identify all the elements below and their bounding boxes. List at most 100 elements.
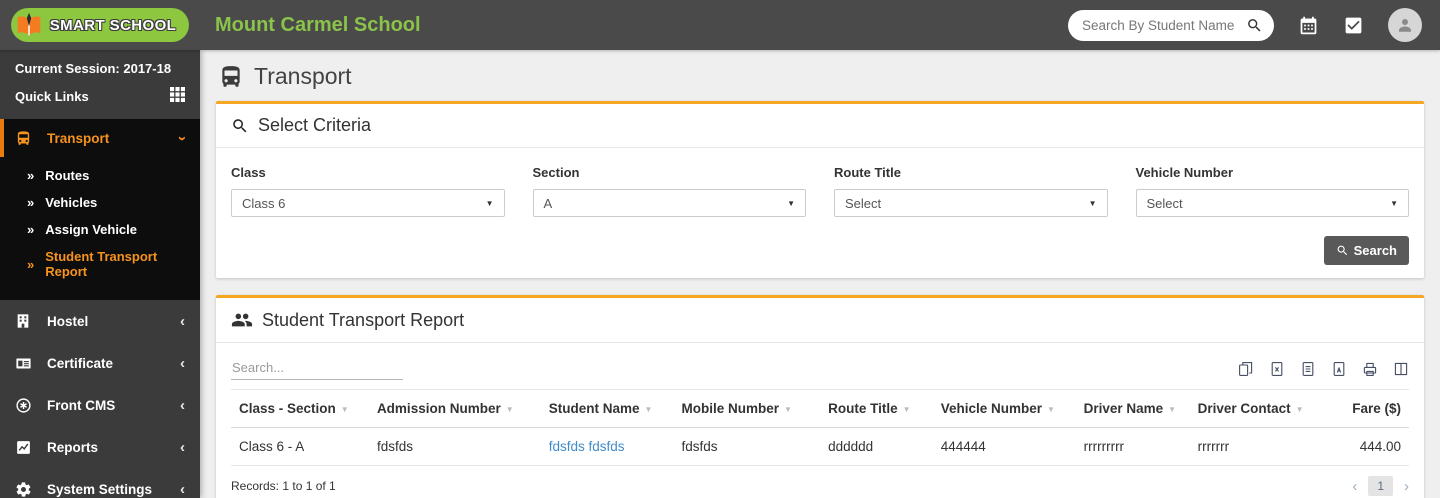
chevron-left-icon: ‹: [180, 481, 185, 498]
col-route-title[interactable]: Route Title▼: [820, 390, 933, 428]
user-avatar[interactable]: [1388, 8, 1422, 42]
column-visibility-icon[interactable]: [1393, 361, 1409, 377]
student-search-input[interactable]: [1082, 18, 1246, 33]
student-search-box: [1068, 10, 1274, 41]
sidebar-item-label: Certificate: [47, 356, 180, 371]
csv-export-icon[interactable]: [1300, 361, 1316, 377]
sidebar-item-system-settings[interactable]: System Settings ‹: [0, 468, 200, 498]
select-value: Select: [1147, 196, 1183, 211]
double-arrow-icon: »: [27, 257, 34, 272]
sidebar-item-hostel[interactable]: Hostel ‹: [0, 300, 200, 342]
sidebar-item-label: Transport: [47, 131, 180, 146]
school-name: Mount Carmel School: [215, 14, 1068, 37]
col-mobile-number[interactable]: Mobile Number▼: [674, 390, 821, 428]
field-label: Route Title: [834, 165, 1108, 180]
print-icon[interactable]: [1362, 361, 1378, 377]
route-title-select[interactable]: Select ▼: [834, 189, 1108, 217]
col-vehicle-number[interactable]: Vehicle Number▼: [933, 390, 1076, 428]
sidebar-subitem-assign-vehicle[interactable]: » Assign Vehicle: [0, 216, 200, 243]
select-value: Select: [845, 196, 881, 211]
field-label: Class: [231, 165, 505, 180]
next-page-button[interactable]: ›: [1404, 478, 1409, 495]
cell-driver-name: rrrrrrrrr: [1076, 428, 1190, 466]
pdf-export-icon[interactable]: [1331, 361, 1347, 377]
col-admission-number[interactable]: Admission Number▼: [369, 390, 541, 428]
col-student-name[interactable]: Student Name▼: [541, 390, 674, 428]
criteria-card-header: Select Criteria: [216, 104, 1424, 148]
records-info: Records: 1 to 1 of 1: [231, 479, 336, 493]
chart-line-icon: [15, 439, 34, 456]
chevron-left-icon: ‹: [180, 397, 185, 414]
id-card-icon: [15, 355, 34, 372]
cell-mobile-number: fdsfds: [674, 428, 821, 466]
sidebar-subitem-vehicles[interactable]: » Vehicles: [0, 189, 200, 216]
sidebar-item-front-cms[interactable]: Front CMS ‹: [0, 384, 200, 426]
sidebar-item-label: Front CMS: [47, 398, 180, 413]
sidebar-menu: Transport › » Routes » Vehicles » Assign…: [0, 119, 200, 498]
task-check-icon[interactable]: [1343, 15, 1364, 36]
col-driver-contact[interactable]: Driver Contact▼: [1190, 390, 1345, 428]
field-label: Section: [533, 165, 807, 180]
student-name-link[interactable]: fdsfds fdsfds: [541, 428, 674, 466]
sort-icon: ▼: [903, 405, 911, 414]
field-section: Section A ▼: [533, 165, 807, 217]
col-fare: Fare ($): [1344, 390, 1409, 428]
prev-page-button[interactable]: ‹: [1352, 478, 1357, 495]
book-pen-icon: [14, 10, 44, 40]
excel-export-icon[interactable]: [1269, 361, 1285, 377]
col-driver-name[interactable]: Driver Name▼: [1076, 390, 1190, 428]
cell-driver-contact: rrrrrrr: [1190, 428, 1345, 466]
chevron-left-icon: ‹: [180, 355, 185, 372]
class-select[interactable]: Class 6 ▼: [231, 189, 505, 217]
cell-class-section: Class 6 - A: [231, 428, 369, 466]
chevron-down-icon: ›: [174, 136, 191, 141]
subitem-label: Assign Vehicle: [45, 222, 137, 237]
select-arrow-icon: ▼: [486, 199, 494, 208]
transport-submenu: » Routes » Vehicles » Assign Vehicle » S…: [0, 157, 200, 300]
app-logo[interactable]: SMART SCHOOL: [11, 8, 189, 42]
search-button-label: Search: [1354, 243, 1397, 258]
report-table: Class - Section▼ Admission Number▼ Stude…: [231, 389, 1409, 466]
select-arrow-icon: ▼: [787, 199, 795, 208]
criteria-footer: Search: [216, 221, 1424, 278]
select-value: A: [544, 196, 553, 211]
sidebar-subitem-routes[interactable]: » Routes: [0, 162, 200, 189]
sidebar-item-reports[interactable]: Reports ‹: [0, 426, 200, 468]
criteria-title: Select Criteria: [258, 115, 371, 136]
search-icon: [1336, 244, 1349, 257]
cell-fare: 444.00: [1344, 428, 1409, 466]
page-title: Transport: [216, 50, 1424, 101]
copy-icon[interactable]: [1238, 361, 1254, 377]
building-icon: [15, 313, 34, 329]
logo-text: SMART SCHOOL: [50, 17, 176, 34]
sidebar-item-certificate[interactable]: Certificate ‹: [0, 342, 200, 384]
sort-icon: ▼: [506, 405, 514, 414]
search-button[interactable]: Search: [1324, 236, 1409, 265]
session-block: Current Session: 2017-18 Quick Links: [0, 50, 200, 111]
search-icon[interactable]: [1246, 17, 1263, 34]
sidebar-item-transport[interactable]: Transport ›: [0, 119, 200, 157]
sidebar-subitem-student-transport-report[interactable]: » Student Transport Report: [0, 243, 200, 285]
bus-icon: [15, 130, 34, 147]
col-class-section[interactable]: Class - Section▼: [231, 390, 369, 428]
field-class: Class Class 6 ▼: [231, 165, 505, 217]
sort-icon: ▼: [1168, 405, 1176, 414]
topbar-actions: [1068, 8, 1440, 42]
current-page[interactable]: 1: [1368, 476, 1393, 496]
table-row: Class 6 - A fdsfds fdsfds fdsfds fdsfds …: [231, 428, 1409, 466]
vehicle-number-select[interactable]: Select ▼: [1136, 189, 1410, 217]
table-search-input[interactable]: [231, 356, 403, 380]
field-vehicle-number: Vehicle Number Select ▼: [1136, 165, 1410, 217]
subitem-label: Vehicles: [45, 195, 97, 210]
sidebar-item-label: Reports: [47, 440, 180, 455]
calendar-icon[interactable]: [1298, 15, 1319, 36]
users-icon: [231, 309, 253, 331]
quick-links-label: Quick Links: [15, 89, 89, 104]
table-search: [231, 356, 403, 380]
section-select[interactable]: A ▼: [533, 189, 807, 217]
export-toolbar: [1238, 361, 1409, 380]
quick-links[interactable]: Quick Links: [15, 87, 185, 105]
chevron-left-icon: ‹: [180, 313, 185, 330]
select-arrow-icon: ▼: [1089, 199, 1097, 208]
grid-icon[interactable]: [170, 87, 185, 105]
